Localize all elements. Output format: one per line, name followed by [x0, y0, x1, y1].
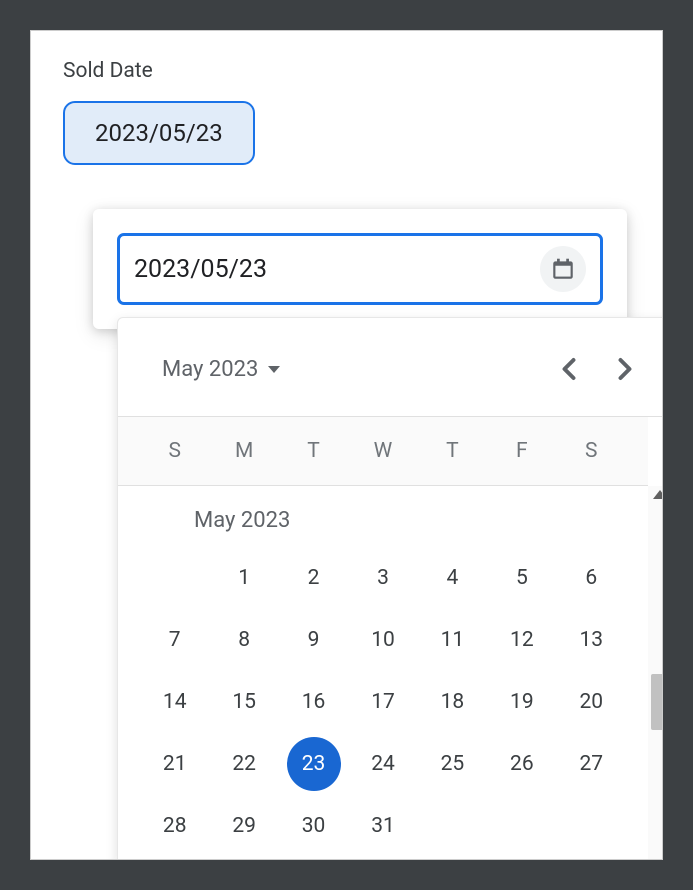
weekday-header: S — [557, 429, 626, 473]
day-cell[interactable]: 15 — [209, 675, 278, 729]
day-cell[interactable]: 2 — [279, 551, 348, 605]
day-cell[interactable]: 3 — [348, 551, 417, 605]
weekday-header: M — [209, 429, 278, 473]
weekday-header: S — [140, 429, 209, 473]
weekday-header: T — [279, 429, 348, 473]
day-empty — [140, 551, 209, 605]
day-cell[interactable]: 29 — [209, 799, 278, 853]
weekday-row: SMTWTFS — [118, 417, 648, 486]
scroll-up-icon[interactable] — [653, 490, 663, 499]
weekday-header: T — [418, 429, 487, 473]
calendar-body: May 2023 1234567891011121314151617181920… — [118, 486, 648, 860]
chevron-right-icon — [617, 357, 633, 381]
open-calendar-button[interactable] — [540, 246, 586, 292]
chevron-left-icon — [561, 357, 577, 381]
day-cell[interactable]: 18 — [418, 675, 487, 729]
calendar-icon — [550, 256, 576, 282]
scroll-thumb[interactable] — [651, 674, 663, 730]
day-cell[interactable]: 13 — [557, 613, 626, 667]
date-input-container[interactable] — [117, 233, 603, 305]
day-cell[interactable]: 8 — [209, 613, 278, 667]
day-cell[interactable]: 1 — [209, 551, 278, 605]
day-cell[interactable]: 19 — [487, 675, 556, 729]
day-cell[interactable]: 24 — [348, 737, 417, 791]
days-grid: 1234567891011121314151617181920212223242… — [140, 551, 626, 853]
calendar-scrollbar[interactable] — [648, 486, 663, 860]
month-year-label: May 2023 — [162, 357, 258, 382]
day-cell[interactable]: 20 — [557, 675, 626, 729]
day-cell[interactable]: 6 — [557, 551, 626, 605]
day-cell[interactable]: 23 — [287, 737, 341, 791]
calendar-popup: May 2023 SMTWTFS May 2023 12345678910111… — [117, 317, 663, 860]
day-cell[interactable]: 12 — [487, 613, 556, 667]
day-cell[interactable]: 27 — [557, 737, 626, 791]
date-field-chip[interactable]: 2023/05/23 — [63, 101, 255, 165]
day-cell[interactable]: 21 — [140, 737, 209, 791]
day-cell[interactable]: 22 — [209, 737, 278, 791]
day-cell[interactable]: 14 — [140, 675, 209, 729]
calendar-header: May 2023 — [118, 318, 663, 416]
day-cell[interactable]: 17 — [348, 675, 417, 729]
date-text-input[interactable] — [134, 255, 540, 284]
day-cell[interactable]: 16 — [279, 675, 348, 729]
day-cell[interactable]: 30 — [279, 799, 348, 853]
next-month-button[interactable] — [604, 348, 646, 390]
form-panel: Sold Date 2023/05/23 May 2023 — [30, 30, 663, 860]
month-year-dropdown[interactable]: May 2023 — [162, 357, 280, 382]
day-cell[interactable]: 9 — [279, 613, 348, 667]
weekday-header: F — [487, 429, 556, 473]
day-cell[interactable]: 5 — [487, 551, 556, 605]
month-heading: May 2023 — [140, 492, 626, 551]
day-cell[interactable]: 7 — [140, 613, 209, 667]
day-cell[interactable]: 4 — [418, 551, 487, 605]
day-cell[interactable]: 28 — [140, 799, 209, 853]
day-cell[interactable]: 26 — [487, 737, 556, 791]
field-label: Sold Date — [63, 59, 630, 83]
day-cell[interactable]: 31 — [348, 799, 417, 853]
day-cell[interactable]: 10 — [348, 613, 417, 667]
weekday-header: W — [348, 429, 417, 473]
caret-down-icon — [268, 366, 280, 373]
day-cell[interactable]: 25 — [418, 737, 487, 791]
prev-month-button[interactable] — [548, 348, 590, 390]
day-cell[interactable]: 11 — [418, 613, 487, 667]
date-input-popover — [93, 209, 627, 329]
